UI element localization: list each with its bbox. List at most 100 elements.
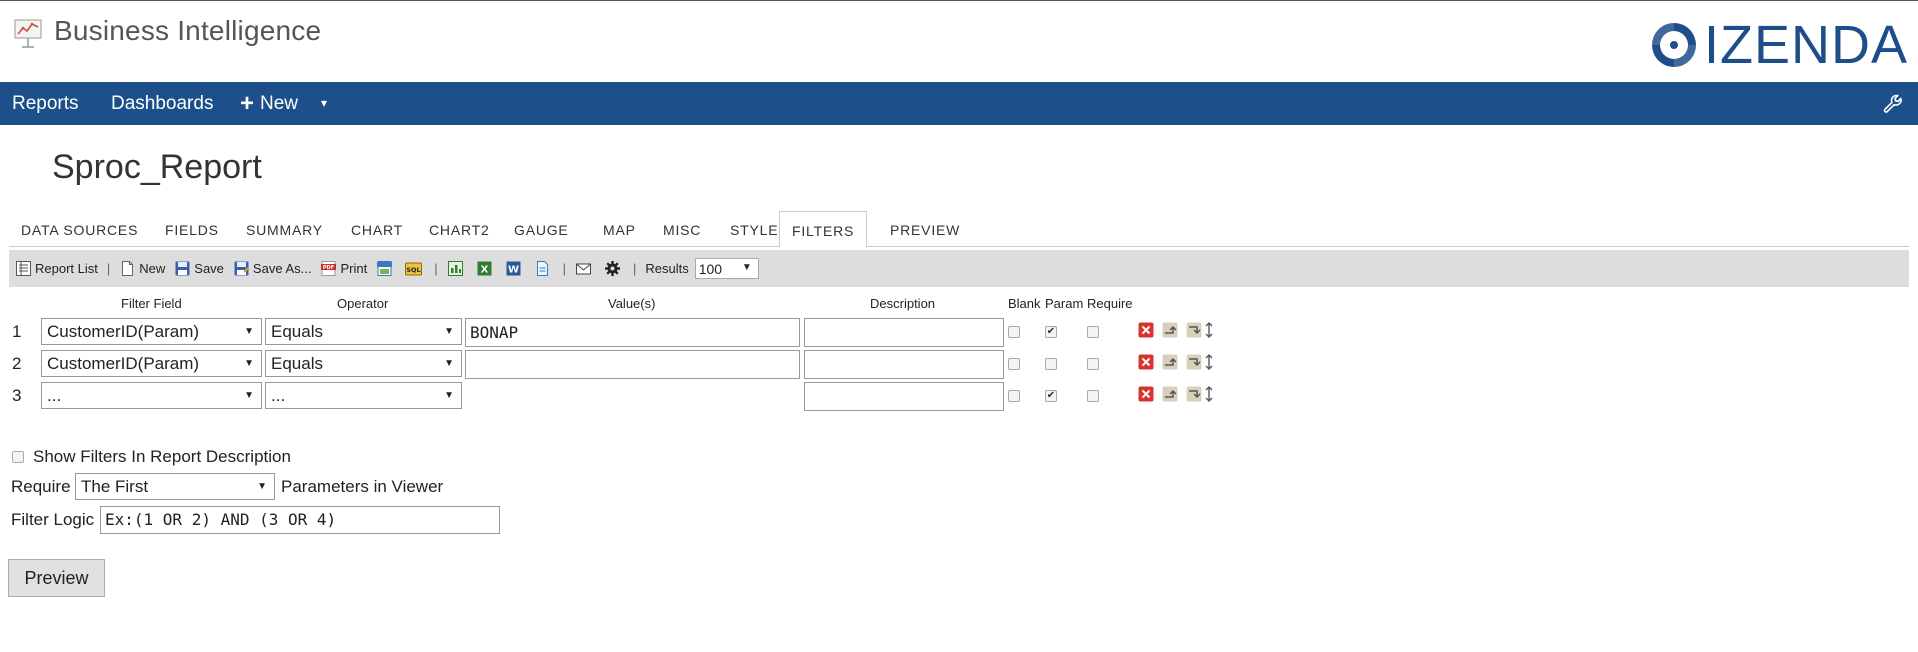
tab-filters[interactable]: FILTERS [779,211,868,248]
filter-field-select[interactable]: CustomerID(Param) ▼ [41,318,262,345]
word-icon: W [506,261,521,276]
delete-icon[interactable] [1138,354,1154,370]
tab-gauge[interactable]: GAUGE [502,211,581,247]
chevron-down-icon[interactable]: ▾ [321,82,327,125]
operator-value: Equals [271,322,323,341]
require-checkbox[interactable] [1087,326,1099,338]
word-button[interactable]: W [505,260,525,277]
presentation-board-icon [14,19,42,48]
row-number: 3 [12,386,22,405]
print-label: Print [340,261,368,276]
save-button[interactable]: Save [174,260,224,277]
drag-handle-icon[interactable] [1204,386,1214,402]
save-as-button[interactable]: Save As... [233,260,312,277]
excel-icon: X [477,261,492,276]
tab-misc[interactable]: MISC [651,211,713,247]
operator-select[interactable]: ... ▼ [265,382,462,409]
app-header: Business Intelligence IZENDA [0,1,1918,82]
tab-preview[interactable]: PREVIEW [878,211,972,247]
filter-logic-input[interactable]: Ex:(1 OR 2) AND (3 OR 4) [100,506,500,534]
filter-value-input[interactable]: BONAP [465,318,800,347]
excel-button[interactable]: X [476,260,496,277]
param-checkbox[interactable] [1045,358,1057,370]
header-values: Value(s) [608,296,656,311]
tab-summary[interactable]: SUMMARY [234,211,335,247]
param-checkbox[interactable]: ✔ [1045,326,1057,338]
document-export-button[interactable] [534,260,554,277]
param-checkbox[interactable]: ✔ [1045,390,1057,402]
move-up-icon[interactable] [1162,354,1178,370]
toolbar-separator: | [106,261,111,276]
blank-checkbox[interactable] [1008,326,1020,338]
operator-select[interactable]: Equals ▼ [265,318,462,345]
blank-checkbox[interactable] [1008,358,1020,370]
filter-value-input[interactable] [465,350,800,379]
main-navbar: Reports Dashboards + New ▾ [0,82,1918,125]
tab-chart2[interactable]: CHART2 [417,211,502,247]
move-down-icon[interactable] [1186,386,1202,402]
toolbar-separator: | [434,261,438,276]
sql-icon: SQL [405,262,423,276]
require-checkbox[interactable] [1087,390,1099,402]
brand-name: IZENDA [1703,15,1908,75]
new-label: New [139,261,166,276]
header-filter-field: Filter Field [121,296,182,311]
filter-field-select[interactable]: ... ▼ [41,382,262,409]
excel-export-button[interactable] [447,260,467,277]
email-button[interactable] [575,260,595,277]
move-down-icon[interactable] [1186,354,1202,370]
print-pdf-button[interactable]: PDF Print [320,260,367,277]
wrench-icon[interactable] [1882,93,1904,115]
drag-handle-icon[interactable] [1204,322,1214,338]
sql-button[interactable]: SQL [405,260,425,277]
nav-new-label: New [260,93,299,114]
tab-map[interactable]: MAP [591,211,648,247]
description-input[interactable] [804,318,1004,347]
filter-field-select[interactable]: CustomerID(Param) ▼ [41,350,262,377]
save-icon [175,261,190,276]
report-tabs: DATA SOURCES FIELDS SUMMARY CHART CHART2… [9,211,1909,248]
show-filters-checkbox[interactable] [12,451,24,463]
chevron-down-icon: ▼ [444,326,454,337]
results-select[interactable]: 100 ▼ [694,258,759,279]
parameters-label: Parameters in Viewer [281,477,444,496]
chevron-down-icon: ▼ [257,481,267,492]
preview-button[interactable]: Preview [8,559,105,597]
page-title: Sproc_Report [52,148,262,186]
require-select[interactable]: The First ▼ [75,473,275,500]
drag-handle-icon[interactable] [1204,354,1214,370]
tab-fields[interactable]: FIELDS [153,211,231,247]
delete-icon[interactable] [1138,386,1154,402]
require-select-value: The First [81,477,149,496]
tab-data-sources[interactable]: DATA SOURCES [9,211,150,247]
move-up-icon[interactable] [1162,322,1178,338]
svg-text:SQL: SQL [407,266,421,274]
report-list-icon [16,261,31,276]
report-list-button[interactable]: Report List [15,260,98,277]
move-up-icon[interactable] [1162,386,1178,402]
delete-icon[interactable] [1138,322,1154,338]
operator-select[interactable]: Equals ▼ [265,350,462,377]
require-label: Require [11,477,71,496]
blank-checkbox[interactable] [1008,390,1020,402]
chevron-down-icon: ▼ [244,326,254,337]
header-require: Require [1087,296,1133,311]
nav-dashboards[interactable]: Dashboards [111,82,213,125]
html-export-button[interactable] [376,260,396,277]
nav-new[interactable]: + New [240,82,298,125]
operator-value: ... [271,386,286,405]
description-input[interactable] [804,350,1004,379]
nav-reports[interactable]: Reports [12,82,79,125]
gear-icon [604,261,620,276]
move-down-icon[interactable] [1186,322,1202,338]
tab-chart[interactable]: CHART [339,211,415,247]
save-label: Save [194,261,224,276]
plus-icon: + [240,90,255,117]
new-document-icon [122,261,134,276]
new-button[interactable]: New [119,260,165,277]
save-as-label: Save As... [252,261,312,276]
settings-button[interactable] [604,260,624,277]
require-checkbox[interactable] [1087,358,1099,370]
description-input[interactable] [804,382,1004,411]
izenda-logo-icon [1651,23,1696,67]
